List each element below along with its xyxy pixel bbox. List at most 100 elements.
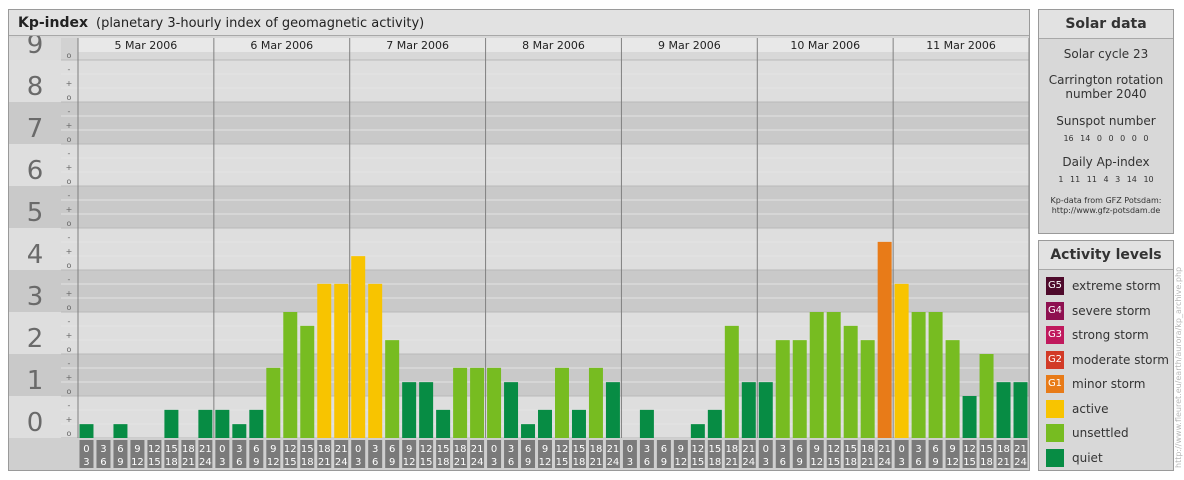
activity-level-item: G2 moderate storm: [1046, 350, 1169, 369]
interval-start-label: 12: [827, 444, 840, 455]
kp-band: [9, 102, 1029, 144]
interval-start-label: 15: [165, 444, 178, 455]
interval-start-label: 18: [454, 444, 467, 455]
interval-end-label: 12: [131, 457, 144, 468]
kp-bar: [962, 396, 977, 438]
interval-end-label: 12: [403, 457, 416, 468]
interval-end-label: 15: [827, 457, 840, 468]
kp-bar: [877, 241, 892, 438]
interval-end-label: 21: [590, 457, 603, 468]
minor-tick-label: -: [68, 275, 71, 284]
interval-end-label: 6: [915, 457, 921, 468]
interval-end-label: 3: [355, 457, 361, 468]
interval-end-label: 24: [199, 457, 212, 468]
activity-level-item: quiet: [1046, 448, 1103, 467]
y-tick-label: 6: [27, 156, 44, 186]
kp-band: [9, 144, 1029, 186]
y-tick-label: 8: [27, 72, 44, 102]
y-tick-label: 0: [27, 408, 44, 438]
interval-start-label: 0: [83, 444, 89, 455]
interval-start-label: 6: [525, 444, 531, 455]
kp-bar: [639, 409, 654, 438]
interval-start-label: 12: [284, 444, 297, 455]
activity-level-swatch: [1046, 424, 1064, 442]
interval-end-label: 18: [437, 457, 450, 468]
interval-start-label: 3: [100, 444, 106, 455]
activity-level-item: G5 extreme storm: [1046, 277, 1161, 295]
interval-end-label: 24: [335, 457, 348, 468]
kp-bar: [504, 382, 519, 438]
interval-start-label: 3: [236, 444, 242, 455]
interval-start-label: 9: [134, 444, 140, 455]
minor-tick-label: +: [66, 121, 73, 130]
interval-start-label: 12: [420, 444, 433, 455]
interval-start-label: 12: [963, 444, 976, 455]
kp-band: [9, 186, 1029, 228]
interval-start-label: 0: [355, 444, 361, 455]
interval-start-label: 21: [471, 444, 484, 455]
ap-index-label: Daily Ap-index: [1062, 155, 1150, 169]
minor-tick-label: -: [68, 317, 71, 326]
kp-bar: [232, 424, 247, 438]
interval-end-label: 3: [627, 457, 633, 468]
interval-end-label: 3: [763, 457, 769, 468]
kp-bar: [351, 256, 366, 438]
interval-start-label: 12: [556, 444, 569, 455]
y-tick-label: 2: [27, 324, 44, 354]
interval-end-label: 9: [117, 457, 123, 468]
solar-data-title: Solar data: [1039, 10, 1173, 39]
interval-start-label: 3: [780, 444, 786, 455]
kp-bar: [453, 367, 468, 438]
minor-tick-label: +: [66, 289, 73, 298]
interval-start-label: 18: [318, 444, 331, 455]
interval-start-label: 6: [661, 444, 667, 455]
interval-start-label: 3: [508, 444, 514, 455]
carrington-line-1: Carrington rotation: [1048, 73, 1164, 87]
kp-bar: [555, 367, 569, 438]
kp-bar: [860, 340, 875, 438]
interval-start-label: 21: [878, 444, 891, 455]
activity-level-item: G4 severe storm: [1046, 301, 1151, 320]
activity-level-swatch: G5: [1046, 277, 1064, 295]
interval-start-label: 18: [861, 444, 874, 455]
kp-bar: [843, 325, 858, 438]
kp-bar: [436, 409, 451, 438]
kp-bar: [690, 424, 705, 438]
interval-end-label: 21: [454, 457, 467, 468]
activity-level-item: G3 strong storm: [1046, 326, 1149, 344]
kp-bar: [826, 312, 841, 438]
activity-level-label: unsettled: [1072, 426, 1129, 440]
kp-bar: [741, 382, 756, 438]
activity-levels-title: Activity levels: [1039, 241, 1173, 270]
interval-start-label: 21: [742, 444, 755, 455]
interval-start-label: 9: [542, 444, 548, 455]
interval-end-label: 9: [661, 457, 667, 468]
minor-tick-label: o: [67, 93, 72, 102]
kp-bar: [775, 340, 790, 438]
minor-tick-label: -: [68, 107, 71, 116]
interval-end-label: 18: [301, 457, 314, 468]
interval-start-label: 18: [182, 444, 195, 455]
interval-end-label: 24: [742, 457, 755, 468]
interval-end-label: 24: [471, 457, 484, 468]
interval-start-label: 6: [797, 444, 803, 455]
carrington-rotation: Carrington rotation number 2040: [1039, 73, 1173, 101]
interval-start-label: 3: [915, 444, 921, 455]
interval-end-label: 18: [980, 457, 993, 468]
interval-start-label: 9: [678, 444, 684, 455]
y-tick-label: 1: [27, 366, 44, 396]
interval-end-label: 15: [148, 457, 161, 468]
y-tick-label: 5: [27, 198, 44, 228]
interval-end-label: 3: [83, 457, 89, 468]
interval-start-label: 0: [627, 444, 633, 455]
interval-start-label: 6: [932, 444, 938, 455]
kp-bar: [1013, 382, 1028, 438]
interval-end-label: 6: [644, 457, 650, 468]
interval-start-label: 21: [199, 444, 212, 455]
kp-bar: [588, 367, 603, 438]
interval-start-label: 15: [437, 444, 450, 455]
interval-end-label: 9: [797, 457, 803, 468]
day-label: 11 Mar 2006: [926, 39, 996, 52]
data-source: Kp-data from GFZ Potsdam: http://www.gfz…: [1039, 196, 1173, 216]
kp-bar: [521, 424, 536, 438]
